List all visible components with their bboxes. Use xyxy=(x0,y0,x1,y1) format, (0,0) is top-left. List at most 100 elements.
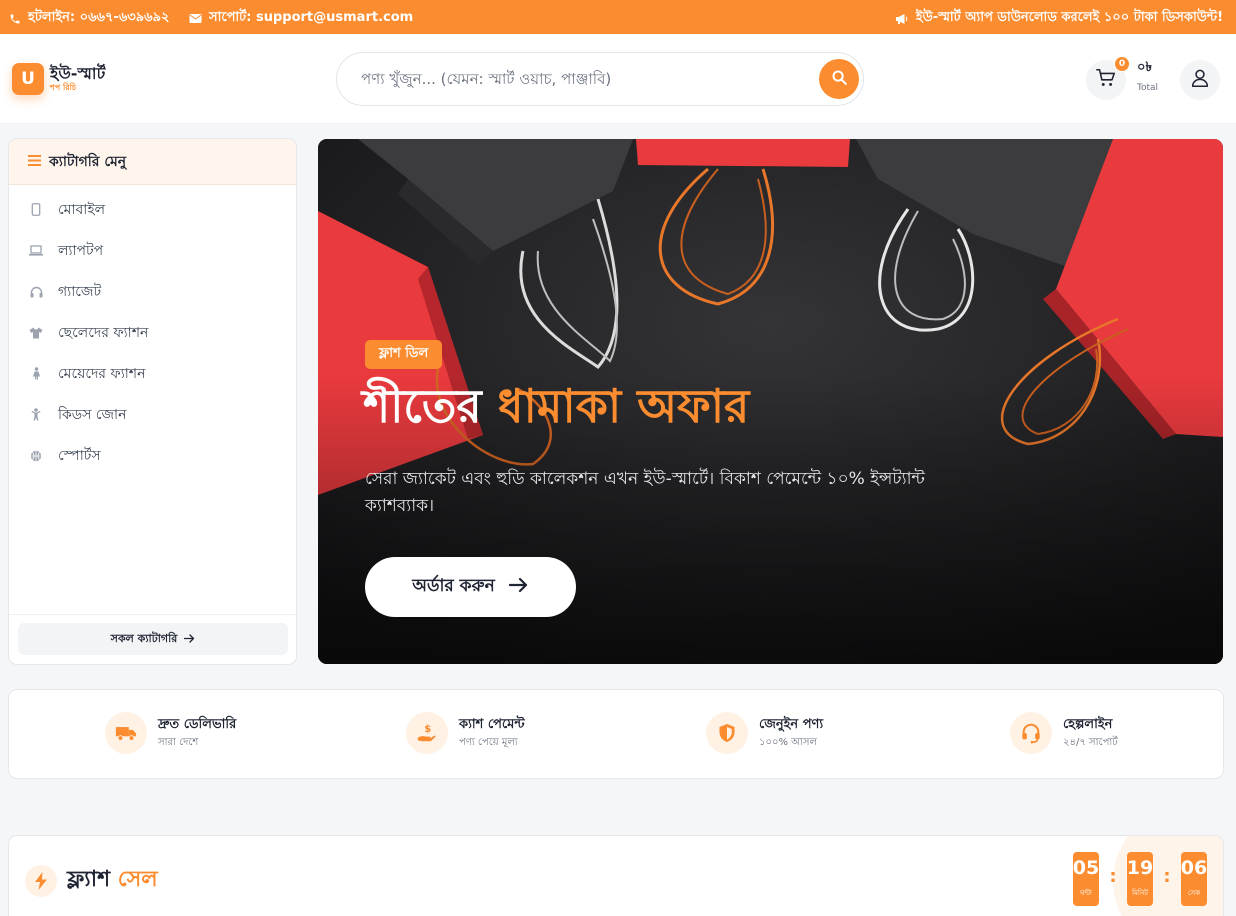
arrow-right-icon xyxy=(508,577,529,598)
mobile-icon xyxy=(29,203,43,217)
cart-amount: ০৳ xyxy=(1137,60,1152,75)
flash-sale-section: ফ্ল্যাশ সেল 05 ঘন্টা : 19 মিনিট : 06 সেক xyxy=(8,835,1224,916)
feature-title: হেল্পলাইন xyxy=(1063,716,1113,732)
hero-banner: ফ্লাশ ডিল শীতের ধামাকা অফার সেরা জ্যাকেট… xyxy=(318,139,1223,664)
logo-badge: U xyxy=(12,63,44,95)
feature-subtitle: ১০০% আসল xyxy=(759,737,817,749)
feature-helpline: হেল্পলাইন ২৪/৭ সাপোর্ট xyxy=(1010,712,1118,754)
hero-title: শীতের ধামাকা অফার xyxy=(363,381,749,432)
countdown-separator: : xyxy=(1163,866,1171,887)
all-categories-button[interactable]: সকল ক্যাটাগরি xyxy=(18,623,288,655)
countdown-value: 06 xyxy=(1180,857,1208,879)
sidebar-item-label: কিডস জোন xyxy=(58,406,127,423)
countdown-value: 05 xyxy=(1072,857,1100,879)
countdown-separator: : xyxy=(1109,866,1117,887)
hero-title-orange: ধামাকা অফার xyxy=(497,379,750,433)
sidebar-item-label: গ্যাজেট xyxy=(58,283,102,300)
site-logo[interactable]: U ইউ-স্মার্ট শপ রিচি xyxy=(12,63,105,95)
countdown-label: মিনিট xyxy=(1132,889,1148,897)
feature-subtitle: সারা দেশে xyxy=(158,737,199,749)
sidebar-item-mobile[interactable]: মোবাইল xyxy=(9,189,296,230)
female-icon xyxy=(29,367,43,381)
sidebar-item-label: মোবাইল xyxy=(58,201,106,218)
svg-text:$: $ xyxy=(424,724,431,735)
category-menu-header: ক্যাটাগরি মেনু xyxy=(9,139,296,185)
features-strip: দ্রুত ডেলিভারি সারা দেশে $ ক্যাশ পেমেন্ট… xyxy=(8,689,1224,779)
feature-subtitle: পণ্য পেয়ে মূল্য xyxy=(459,737,518,749)
category-sidebar: ক্যাটাগরি মেনু মোবাইল ল্যাপটপ গ্যাজেট ছে… xyxy=(8,138,297,665)
feature-title: দ্রুত ডেলিভারি xyxy=(158,716,237,732)
flash-sale-title: ফ্ল্যাশ সেল xyxy=(67,862,158,899)
sidebar-item-label: ল্যাপটপ xyxy=(58,242,104,259)
hotline-info[interactable]: হটলাইন: ০৬৬৭-৬৩৯৬৯২ xyxy=(9,8,170,29)
support-text: সাপোর্ট: support@usmart.com xyxy=(209,10,414,25)
hotline-text: হটলাইন: ০৬৬৭-৬৩৯৬৯২ xyxy=(28,10,170,25)
truck-icon xyxy=(105,712,147,754)
user-icon xyxy=(1189,67,1211,93)
feature-title: ক্যাশ পেমেন্ট xyxy=(459,716,525,732)
countdown-value: 19 xyxy=(1126,857,1154,879)
child-icon xyxy=(29,408,43,422)
countdown-minutes: 19 মিনিট xyxy=(1127,852,1153,906)
order-now-label: অর্ডার করুন xyxy=(412,576,495,596)
support-info[interactable]: সাপোর্ট: support@usmart.com xyxy=(189,8,413,29)
hero-title-white: শীতের xyxy=(363,379,482,433)
sidebar-item-label: ছেলেদের ফ্যাশন xyxy=(58,324,149,341)
sidebar-item-womens-fashion[interactable]: মেয়েদের ফ্যাশন xyxy=(9,353,296,394)
feature-fast-delivery: দ্রুত ডেলিভারি সারা দেশে xyxy=(105,712,236,754)
countdown-seconds: 06 সেক xyxy=(1181,852,1207,906)
all-categories-label: সকল ক্যাটাগরি xyxy=(110,631,178,645)
countdown-hours: 05 ঘন্টা xyxy=(1073,852,1099,906)
cart-total-label: Total xyxy=(1137,83,1159,93)
category-menu-title: ক্যাটাগরি মেনু xyxy=(49,153,127,170)
shield-icon xyxy=(706,712,748,754)
laptop-icon xyxy=(29,244,43,258)
arrow-right-icon xyxy=(184,633,195,646)
ball-icon xyxy=(29,449,43,463)
site-header: U ইউ-স্মার্ট শপ রিচি 0 ০৳ Total xyxy=(0,34,1236,124)
promo-info[interactable]: ইউ-স্মার্ট অ্যাপ ডাউনলোড করলেই ১০০ টাকা … xyxy=(895,8,1223,29)
phone-icon xyxy=(9,13,21,25)
countdown-label: ঘন্টা xyxy=(1080,889,1092,897)
megaphone-icon xyxy=(895,13,909,25)
menu-icon xyxy=(28,154,41,170)
brand-tagline: শপ রিচি xyxy=(50,83,77,92)
envelope-icon xyxy=(189,13,202,24)
cart-count-badge: 0 xyxy=(1114,56,1130,72)
flash-sale-header: ফ্ল্যাশ সেল xyxy=(25,862,158,899)
headphones-icon xyxy=(29,285,43,299)
top-info-bar: হটলাইন: ০৬৬৭-৬৩৯৬৯২ সাপোর্ট: support@usm… xyxy=(0,0,1236,34)
cart-total: ০৳ Total xyxy=(1137,61,1158,93)
countdown-label: সেক xyxy=(1187,889,1201,897)
cart-button[interactable]: 0 xyxy=(1086,56,1130,100)
tshirt-icon xyxy=(29,326,43,340)
countdown-timer: 05 ঘন্টা : 19 মিনিট : 06 সেক xyxy=(1073,852,1207,906)
search-icon xyxy=(831,69,848,89)
flash-title-orange: সেল xyxy=(117,867,158,892)
hero-description: সেরা জ্যাকেট এবং হুডি কালেকশন এখন ইউ-স্ম… xyxy=(365,469,925,517)
search-input[interactable] xyxy=(361,53,811,105)
feature-cash-payment: $ ক্যাশ পেমেন্ট পণ্য পেয়ে মূল্য xyxy=(406,712,525,754)
flash-title-dark: ফ্ল্যাশ xyxy=(67,867,111,892)
cash-hand-icon: $ xyxy=(406,712,448,754)
flash-deal-tag: ফ্লাশ ডিল xyxy=(365,340,443,369)
cart-icon xyxy=(1095,67,1117,93)
promo-text: ইউ-স্মার্ট অ্যাপ ডাউনলোড করলেই ১০০ টাকা … xyxy=(915,10,1223,25)
feature-title: জেনুইন পণ্য xyxy=(759,716,824,732)
lightning-icon xyxy=(25,864,57,897)
brand-name: ইউ-স্মার্ট xyxy=(50,64,106,83)
sidebar-item-label: স্পোর্টস xyxy=(58,447,101,464)
sidebar-item-gadget[interactable]: গ্যাজেট xyxy=(9,271,296,312)
user-account-button[interactable] xyxy=(1180,60,1220,100)
headset-icon xyxy=(1010,712,1052,754)
sidebar-item-sports[interactable]: স্পোর্টস xyxy=(9,435,296,476)
order-now-button[interactable]: অর্ডার করুন xyxy=(365,557,576,617)
search-bar xyxy=(336,52,864,106)
sidebar-item-mens-fashion[interactable]: ছেলেদের ফ্যাশন xyxy=(9,312,296,353)
sidebar-item-kids-zone[interactable]: কিডস জোন xyxy=(9,394,296,435)
sidebar-item-laptop[interactable]: ল্যাপটপ xyxy=(9,230,296,271)
search-button[interactable] xyxy=(819,59,859,99)
feature-genuine-product: জেনুইন পণ্য ১০০% আসল xyxy=(706,712,823,754)
feature-subtitle: ২৪/৭ সাপোর্ট xyxy=(1063,737,1118,749)
sidebar-item-label: মেয়েদের ফ্যাশন xyxy=(58,365,146,382)
